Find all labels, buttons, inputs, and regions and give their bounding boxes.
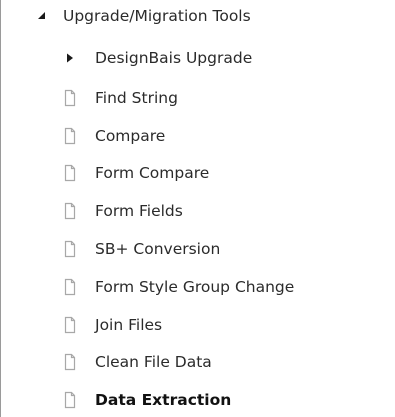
tree-node-label: Upgrade/Migration Tools <box>63 7 251 25</box>
tree-node-label: Join Files <box>95 316 163 334</box>
document-icon <box>59 314 81 336</box>
tree-node-join-files[interactable]: Join Files <box>59 311 162 339</box>
document-icon <box>59 351 81 373</box>
tree-node-sb-conversion[interactable]: SB+ Conversion <box>59 235 220 263</box>
tree-node-label: Form Style Group Change <box>95 278 295 296</box>
tree-node-form-compare[interactable]: Form Compare <box>59 159 209 187</box>
tree-node-label: Form Compare <box>95 164 210 182</box>
document-icon <box>59 276 81 298</box>
tree-node-clean-file-data[interactable]: Clean File Data <box>59 348 212 376</box>
tree-node-designbais-upgrade[interactable]: DesignBais Upgrade <box>59 44 252 72</box>
document-icon <box>59 238 81 260</box>
tree-node-label: Clean File Data <box>95 353 212 371</box>
tree-node-data-extraction[interactable]: Data Extraction <box>59 386 231 414</box>
document-icon <box>59 162 81 184</box>
tree-node-label: SB+ Conversion <box>95 240 221 258</box>
tree-node-label: Compare <box>95 127 166 145</box>
tree-node-form-style-group-change[interactable]: Form Style Group Change <box>59 273 294 301</box>
document-icon <box>59 125 81 147</box>
tree-node-form-fields[interactable]: Form Fields <box>59 197 183 225</box>
tree-node-compare[interactable]: Compare <box>59 122 165 150</box>
tree-node-label: DesignBais Upgrade <box>95 49 253 67</box>
expanded-triangle-icon[interactable] <box>31 5 53 27</box>
tree-node-label: Data Extraction <box>95 391 232 409</box>
tree-view: Upgrade/Migration Tools DesignBais Upgra… <box>0 0 395 417</box>
tree-node-find-string[interactable]: Find String <box>59 84 178 112</box>
tree-node-upgrade-migration-tools[interactable]: Upgrade/Migration Tools <box>31 2 251 30</box>
document-icon <box>59 87 81 109</box>
tree-node-label: Form Fields <box>95 202 183 220</box>
document-icon <box>59 389 81 411</box>
tree-node-label: Find String <box>95 89 178 107</box>
collapsed-triangle-icon[interactable] <box>59 47 81 69</box>
document-icon <box>59 200 81 222</box>
